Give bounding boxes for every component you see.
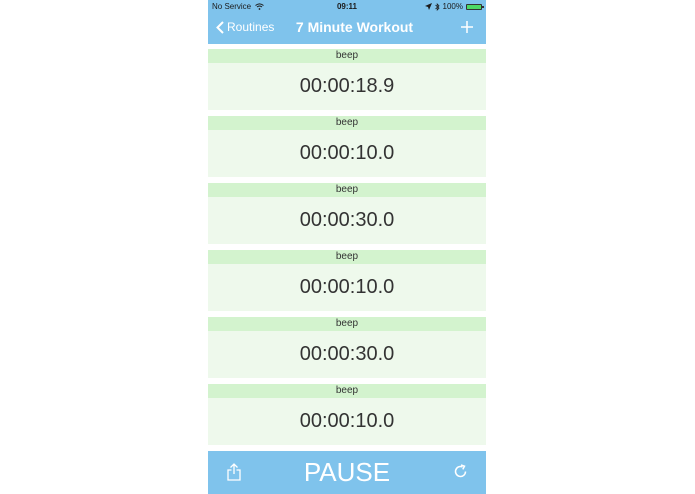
step-time: 00:00:10.0: [299, 410, 395, 432]
page-title-text: 7 Minute Workout: [295, 19, 414, 35]
step-row[interactable]: beep 00:00:18.9: [208, 49, 486, 110]
step-row[interactable]: beep 00:00:10.0: [208, 250, 486, 311]
nav-bar: Routines 7 Minute Workout: [208, 14, 486, 44]
top-bar: No Service 09:11 100% Routines 7 Minute …: [208, 0, 486, 44]
location-icon: [424, 3, 432, 10]
step-row[interactable]: beep 00:00:30.0: [208, 183, 486, 244]
step-label: beep: [208, 317, 486, 331]
back-button[interactable]: Routines: [216, 20, 274, 34]
chevron-left-icon: [216, 20, 224, 34]
bottom-toolbar: PAUSE: [208, 451, 486, 494]
plus-icon: [461, 21, 473, 33]
add-button[interactable]: [460, 16, 474, 40]
pause-button[interactable]: PAUSE: [208, 451, 486, 494]
step-row[interactable]: beep 00:00:10.0: [208, 116, 486, 177]
refresh-icon: [454, 464, 467, 478]
step-label: beep: [208, 384, 486, 398]
step-row[interactable]: beep 00:00:30.0: [208, 317, 486, 378]
battery-fill: [467, 4, 481, 9]
step-label: beep: [208, 183, 486, 197]
step-label: beep: [208, 116, 486, 130]
bluetooth-icon: [434, 2, 440, 11]
step-time: 00:00:30.0: [299, 209, 395, 231]
status-bar: No Service 09:11 100%: [208, 0, 486, 14]
step-label: beep: [208, 250, 486, 264]
app-screen: No Service 09:11 100% Routines 7 Minute …: [208, 0, 486, 494]
back-label: Routines: [227, 20, 275, 34]
step-time: 00:00:10.0: [299, 276, 395, 298]
status-right: 100%: [424, 2, 484, 11]
step-time: 00:00:18.9: [299, 75, 395, 97]
step-time: 00:00:30.0: [299, 343, 395, 365]
step-time: 00:00:10.0: [299, 142, 395, 164]
battery-icon: [466, 3, 484, 10]
step-list: beep 00:00:18.9 beep 00:00:10.0 beep 00:00:30…: [208, 49, 486, 451]
battery-percent: 100%: [442, 2, 463, 11]
step-row[interactable]: beep 00:00:10.0: [208, 384, 486, 445]
step-label: beep: [208, 49, 486, 63]
refresh-button[interactable]: [453, 464, 468, 484]
